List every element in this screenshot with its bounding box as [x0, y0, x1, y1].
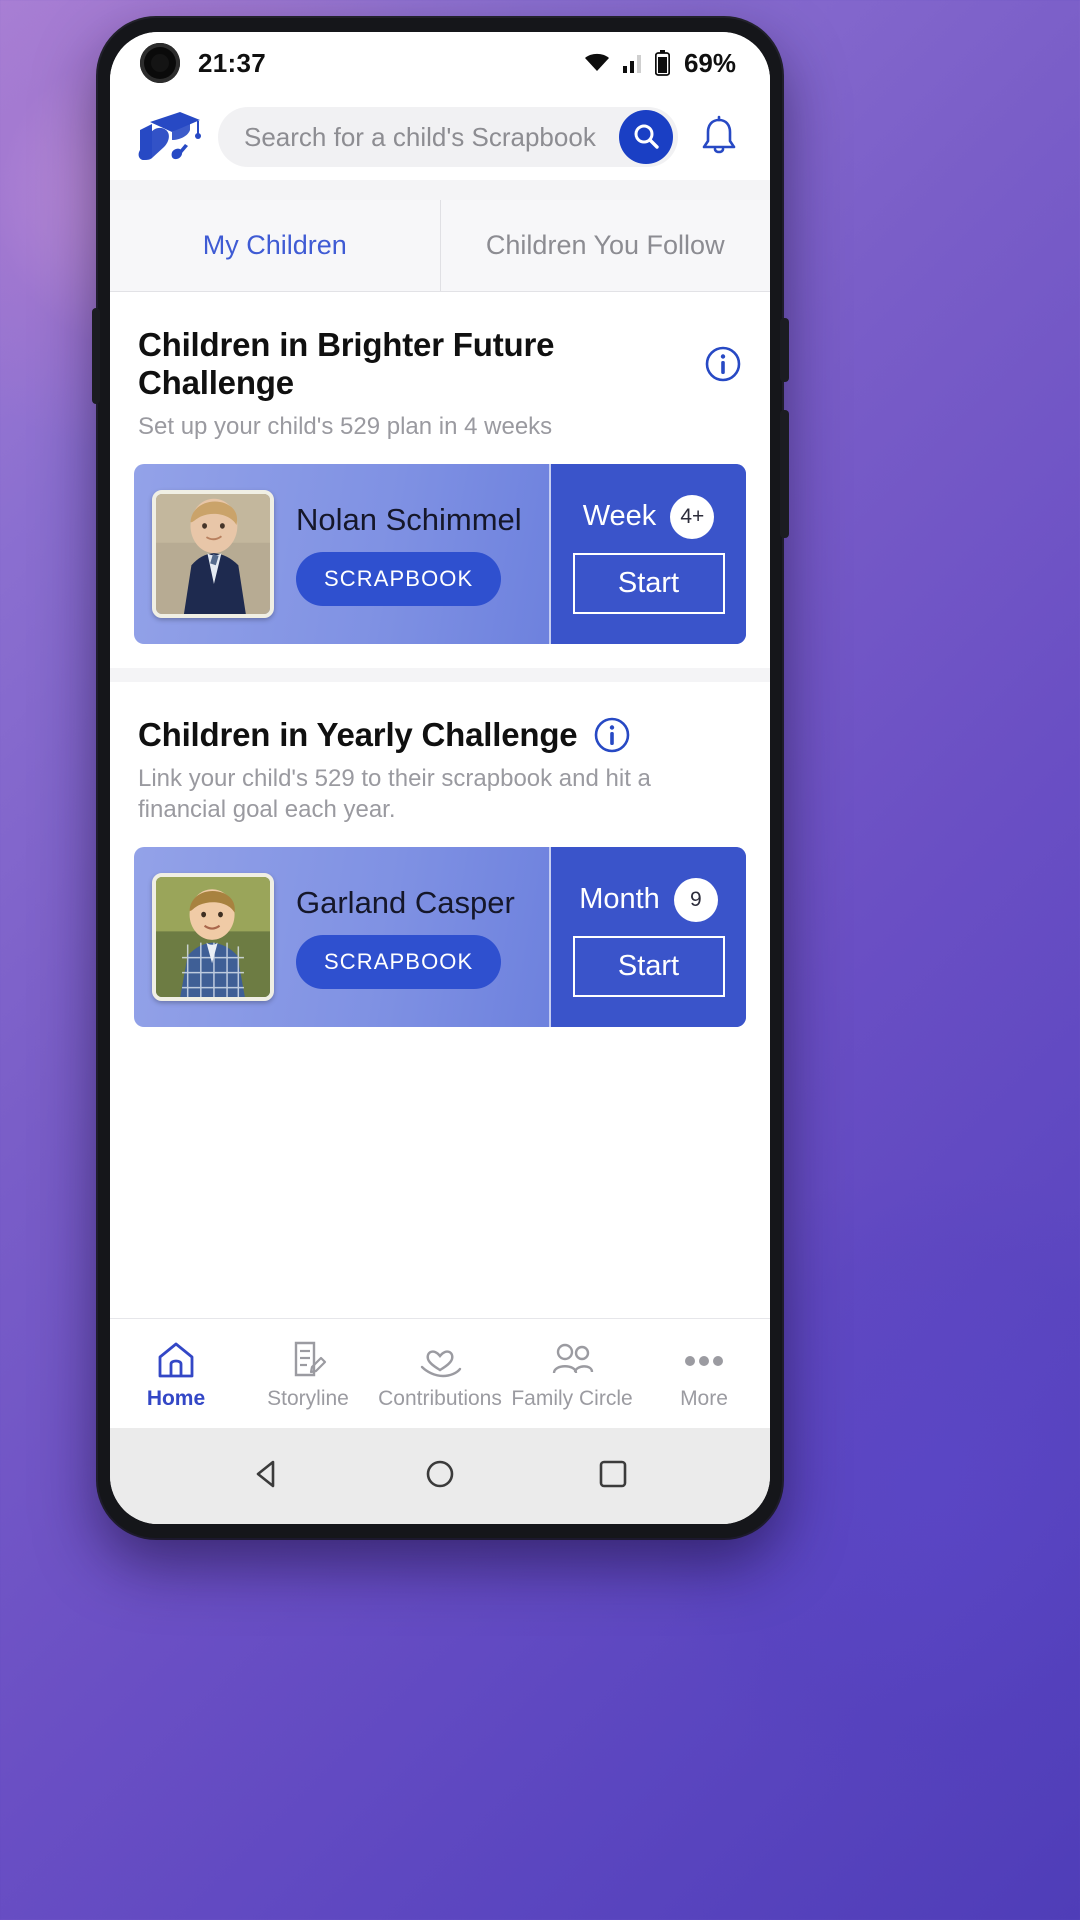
child-card-left: Garland Casper SCRAPBOOK	[134, 847, 551, 1028]
child-card-text: Garland Casper SCRAPBOOK	[296, 885, 515, 990]
scrapbook-button[interactable]: SCRAPBOOK	[296, 935, 502, 990]
nav-item-home[interactable]: Home	[110, 1337, 242, 1411]
volume-button[interactable]	[92, 308, 100, 404]
page-title: Children in Yearly Challenge	[138, 716, 578, 754]
battery-percent-label: 69%	[683, 47, 736, 78]
nav-item-family-circle[interactable]: Family Circle	[506, 1337, 638, 1411]
child-card-text: Nolan Schimmel SCRAPBOOK	[296, 502, 522, 607]
home-button[interactable]	[422, 1456, 458, 1497]
nav-label-storyline: Storyline	[267, 1386, 349, 1410]
power-button[interactable]	[780, 318, 789, 382]
period-label: Month	[579, 883, 660, 916]
status-bar: 21:37 69%	[110, 32, 770, 94]
child-name: Garland Casper	[296, 885, 515, 921]
tab-children-you-follow-label: Children You Follow	[485, 230, 725, 260]
nav-item-more[interactable]: More	[638, 1337, 770, 1411]
search-input[interactable]	[244, 121, 619, 153]
battery-icon	[654, 50, 670, 76]
child-card-action-panel: Month 9 Start	[551, 847, 746, 1028]
section-divider	[110, 668, 770, 683]
android-system-navigation	[110, 1428, 770, 1524]
page-title: Children in Brighter Future Challenge	[138, 326, 555, 401]
section-yearly-challenge-header: Children in Yearly Challenge Link your c…	[110, 682, 770, 825]
start-button[interactable]: Start	[572, 935, 725, 997]
scrapbook-button[interactable]: SCRAPBOOK	[296, 552, 502, 607]
main-content: Children in Brighter Future Challenge Se…	[110, 292, 770, 1222]
wifi-icon	[583, 52, 611, 74]
child-card-nolan[interactable]: Nolan Schimmel SCRAPBOOK Week 4+ Start	[134, 464, 746, 645]
tab-my-children-label: My Children	[202, 230, 347, 260]
ellipsis-icon	[679, 1337, 729, 1379]
section-brighter-future-header: Children in Brighter Future Challenge Se…	[110, 292, 770, 442]
document-pencil-icon	[287, 1337, 329, 1379]
info-circle-icon[interactable]	[593, 716, 631, 754]
period-badge: 9	[673, 877, 718, 922]
tab-my-children[interactable]: My Children	[110, 200, 440, 291]
section-title-row: Children in Brighter Future Challenge	[138, 326, 742, 402]
search-button[interactable]	[619, 110, 673, 164]
child-card-action-panel: Week 4+ Start	[551, 464, 746, 645]
child-photo-nolan[interactable]	[152, 490, 274, 619]
section-subtitle: Link your child's 529 to their scrapbook…	[138, 765, 651, 823]
dreamkidz-graduation-cap-logo[interactable]	[128, 106, 204, 168]
child-card-left: Nolan Schimmel SCRAPBOOK	[134, 464, 551, 645]
people-group-icon	[548, 1337, 596, 1379]
volume-rocker-button[interactable]	[780, 410, 789, 538]
search-bar[interactable]	[218, 107, 678, 167]
cellular-signal-icon	[622, 52, 644, 74]
phone-screen: 21:37 69% Search for a child's Scrapbook…	[110, 32, 770, 1524]
header-divider-strip	[110, 180, 770, 200]
child-card-garland[interactable]: Garland Casper SCRAPBOOK Month 9 Start	[134, 847, 746, 1028]
child-name: Nolan Schimmel	[296, 502, 522, 538]
status-time: 21:37	[198, 47, 266, 78]
period-row: Week 4+	[582, 494, 715, 539]
start-button[interactable]: Start	[572, 552, 725, 614]
nav-label-more: More	[680, 1386, 728, 1410]
heart-in-hand-icon	[417, 1337, 463, 1379]
bell-icon	[699, 115, 739, 160]
home-icon	[154, 1337, 198, 1379]
nav-label-contributions: Contributions	[378, 1386, 502, 1410]
front-camera-punch-hole	[140, 43, 180, 83]
period-row: Month 9	[579, 877, 718, 922]
period-label: Week	[582, 500, 657, 533]
notifications-button[interactable]	[692, 110, 746, 164]
recents-button[interactable]	[595, 1456, 631, 1497]
bottom-navigation: Home Storyline Contributions Family Circ…	[110, 1318, 770, 1428]
back-button[interactable]	[249, 1456, 285, 1497]
search-icon	[632, 122, 660, 153]
section-subtitle: Set up your child's 529 plan in 4 weeks	[138, 413, 553, 440]
section-title-row: Children in Yearly Challenge	[138, 716, 742, 754]
period-badge: 4+	[670, 494, 715, 539]
info-circle-icon[interactable]	[704, 345, 742, 383]
tab-children-you-follow[interactable]: Children You Follow	[439, 200, 770, 291]
child-photo-garland[interactable]	[152, 873, 274, 1002]
nav-label-family-circle: Family Circle	[511, 1386, 633, 1410]
nav-item-storyline[interactable]: Storyline	[242, 1337, 374, 1411]
nav-label-home: Home	[146, 1386, 206, 1410]
nav-item-contributions[interactable]: Contributions	[374, 1337, 506, 1411]
children-tabs: My Children Children You Follow	[110, 200, 770, 292]
status-bar-left: 21:37	[140, 43, 266, 83]
phone-device-frame: 21:37 69% Search for a child's Scrapbook…	[92, 18, 789, 1538]
status-bar-right: 69%	[583, 48, 736, 79]
app-header-bar	[110, 94, 770, 180]
